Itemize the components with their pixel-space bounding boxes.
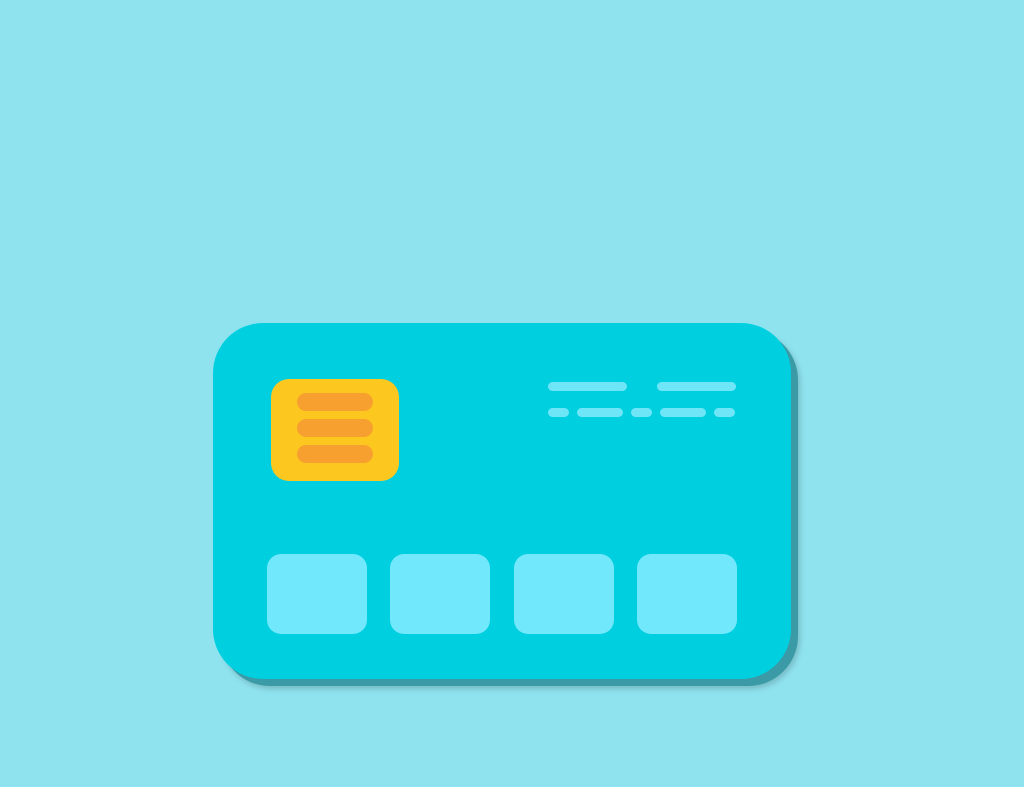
card-detail-dash (577, 408, 623, 417)
card-number-block (390, 554, 490, 634)
card-detail-dash (631, 408, 652, 417)
chip-icon (271, 379, 399, 481)
card-number-block (267, 554, 367, 634)
credit-card-icon (213, 323, 791, 679)
card-detail-dash (548, 408, 569, 417)
card-number-block (637, 554, 737, 634)
card-detail-line (657, 382, 736, 391)
card-detail-dash (714, 408, 735, 417)
card-number-block (514, 554, 614, 634)
card-detail-dash (660, 408, 706, 417)
chip-contact-line (297, 419, 373, 437)
chip-contact-line (297, 445, 373, 463)
chip-contact-line (297, 393, 373, 411)
card-illustration-canvas (0, 0, 1024, 787)
card-detail-line (548, 382, 627, 391)
